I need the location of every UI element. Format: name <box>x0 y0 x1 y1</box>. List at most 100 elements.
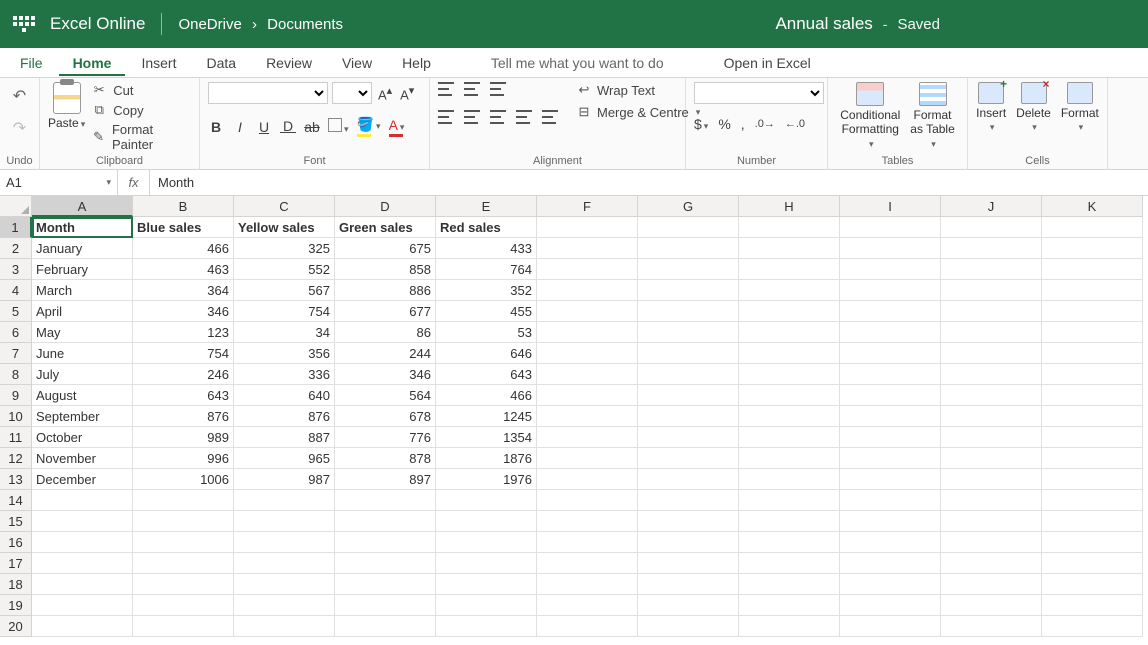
fill-color-button[interactable]: 🪣▾ <box>357 116 381 137</box>
cell-K18[interactable] <box>1042 574 1143 595</box>
cell-C9[interactable]: 640 <box>234 385 335 406</box>
cell-G10[interactable] <box>638 406 739 427</box>
row-header-7[interactable]: 7 <box>0 343 32 364</box>
cell-F15[interactable] <box>537 511 638 532</box>
shrink-font-button[interactable]: A▾ <box>398 84 416 102</box>
cell-A2[interactable]: January <box>32 238 133 259</box>
breadcrumb-root[interactable]: OneDrive <box>178 16 241 33</box>
cell-C6[interactable]: 34 <box>234 322 335 343</box>
cell-K13[interactable] <box>1042 469 1143 490</box>
app-launcher-icon[interactable] <box>8 8 40 40</box>
paste-icon[interactable] <box>53 82 81 114</box>
cell-K2[interactable] <box>1042 238 1143 259</box>
cell-A7[interactable]: June <box>32 343 133 364</box>
cell-A20[interactable] <box>32 616 133 637</box>
increase-indent-button[interactable] <box>542 110 558 124</box>
cell-D17[interactable] <box>335 553 436 574</box>
cell-J6[interactable] <box>941 322 1042 343</box>
cell-E2[interactable]: 433 <box>436 238 537 259</box>
cell-A4[interactable]: March <box>32 280 133 301</box>
cell-K12[interactable] <box>1042 448 1143 469</box>
cell-F17[interactable] <box>537 553 638 574</box>
column-header-B[interactable]: B <box>133 196 234 217</box>
cell-F4[interactable] <box>537 280 638 301</box>
decrease-indent-button[interactable] <box>516 110 532 124</box>
row-header-1[interactable]: 1 <box>0 217 32 238</box>
column-header-D[interactable]: D <box>335 196 436 217</box>
cell-B14[interactable] <box>133 490 234 511</box>
cell-G18[interactable] <box>638 574 739 595</box>
cell-K8[interactable] <box>1042 364 1143 385</box>
cell-D11[interactable]: 776 <box>335 427 436 448</box>
cell-K9[interactable] <box>1042 385 1143 406</box>
cell-I5[interactable] <box>840 301 941 322</box>
column-header-E[interactable]: E <box>436 196 537 217</box>
cell-H15[interactable] <box>739 511 840 532</box>
formula-input[interactable]: Month <box>150 170 1148 195</box>
row-header-11[interactable]: 11 <box>0 427 32 448</box>
cell-B10[interactable]: 876 <box>133 406 234 427</box>
cell-I8[interactable] <box>840 364 941 385</box>
cell-I4[interactable] <box>840 280 941 301</box>
cell-B17[interactable] <box>133 553 234 574</box>
document-title[interactable]: Annual sales <box>775 14 872 34</box>
comma-button[interactable]: , <box>741 116 745 132</box>
cell-F9[interactable] <box>537 385 638 406</box>
paste-button[interactable]: Paste▾ <box>48 116 85 130</box>
column-header-A[interactable]: A <box>32 196 133 217</box>
cell-B20[interactable] <box>133 616 234 637</box>
cell-J18[interactable] <box>941 574 1042 595</box>
cell-J13[interactable] <box>941 469 1042 490</box>
bold-button[interactable]: B <box>208 119 224 135</box>
cell-C16[interactable] <box>234 532 335 553</box>
row-header-6[interactable]: 6 <box>0 322 32 343</box>
cell-A5[interactable]: April <box>32 301 133 322</box>
cell-D13[interactable]: 897 <box>335 469 436 490</box>
cell-K5[interactable] <box>1042 301 1143 322</box>
cell-J16[interactable] <box>941 532 1042 553</box>
cell-G6[interactable] <box>638 322 739 343</box>
cell-A9[interactable]: August <box>32 385 133 406</box>
cell-E4[interactable]: 352 <box>436 280 537 301</box>
cell-J9[interactable] <box>941 385 1042 406</box>
cell-A17[interactable] <box>32 553 133 574</box>
cell-C7[interactable]: 356 <box>234 343 335 364</box>
cell-I10[interactable] <box>840 406 941 427</box>
cell-J12[interactable] <box>941 448 1042 469</box>
format-as-table-button[interactable]: Format as Table▾ <box>910 82 954 150</box>
cell-K10[interactable] <box>1042 406 1143 427</box>
cell-J14[interactable] <box>941 490 1042 511</box>
cell-B15[interactable] <box>133 511 234 532</box>
cell-B4[interactable]: 364 <box>133 280 234 301</box>
cell-I11[interactable] <box>840 427 941 448</box>
cell-G12[interactable] <box>638 448 739 469</box>
cell-K19[interactable] <box>1042 595 1143 616</box>
cell-A11[interactable]: October <box>32 427 133 448</box>
cell-E11[interactable]: 1354 <box>436 427 537 448</box>
delete-cells-button[interactable]: Delete▾ <box>1016 82 1051 133</box>
cell-G11[interactable] <box>638 427 739 448</box>
cell-G19[interactable] <box>638 595 739 616</box>
merge-center-button[interactable]: ⊟Merge & Centre▾ <box>576 104 700 120</box>
cell-H20[interactable] <box>739 616 840 637</box>
cell-J15[interactable] <box>941 511 1042 532</box>
cell-I17[interactable] <box>840 553 941 574</box>
column-header-K[interactable]: K <box>1042 196 1143 217</box>
italic-button[interactable]: I <box>232 119 248 135</box>
cell-E3[interactable]: 764 <box>436 259 537 280</box>
cell-C10[interactable]: 876 <box>234 406 335 427</box>
cell-B13[interactable]: 1006 <box>133 469 234 490</box>
conditional-formatting-button[interactable]: Conditional Formatting▾ <box>840 82 900 150</box>
cell-K15[interactable] <box>1042 511 1143 532</box>
font-color-button[interactable]: A▾ <box>389 117 405 137</box>
cell-D14[interactable] <box>335 490 436 511</box>
cell-K7[interactable] <box>1042 343 1143 364</box>
increase-decimal-button[interactable]: .0→ <box>755 118 775 130</box>
cell-B18[interactable] <box>133 574 234 595</box>
cell-H1[interactable] <box>739 217 840 238</box>
cell-J4[interactable] <box>941 280 1042 301</box>
strikethrough-button[interactable]: ab <box>304 119 320 135</box>
cell-G2[interactable] <box>638 238 739 259</box>
cell-D8[interactable]: 346 <box>335 364 436 385</box>
row-header-16[interactable]: 16 <box>0 532 32 553</box>
